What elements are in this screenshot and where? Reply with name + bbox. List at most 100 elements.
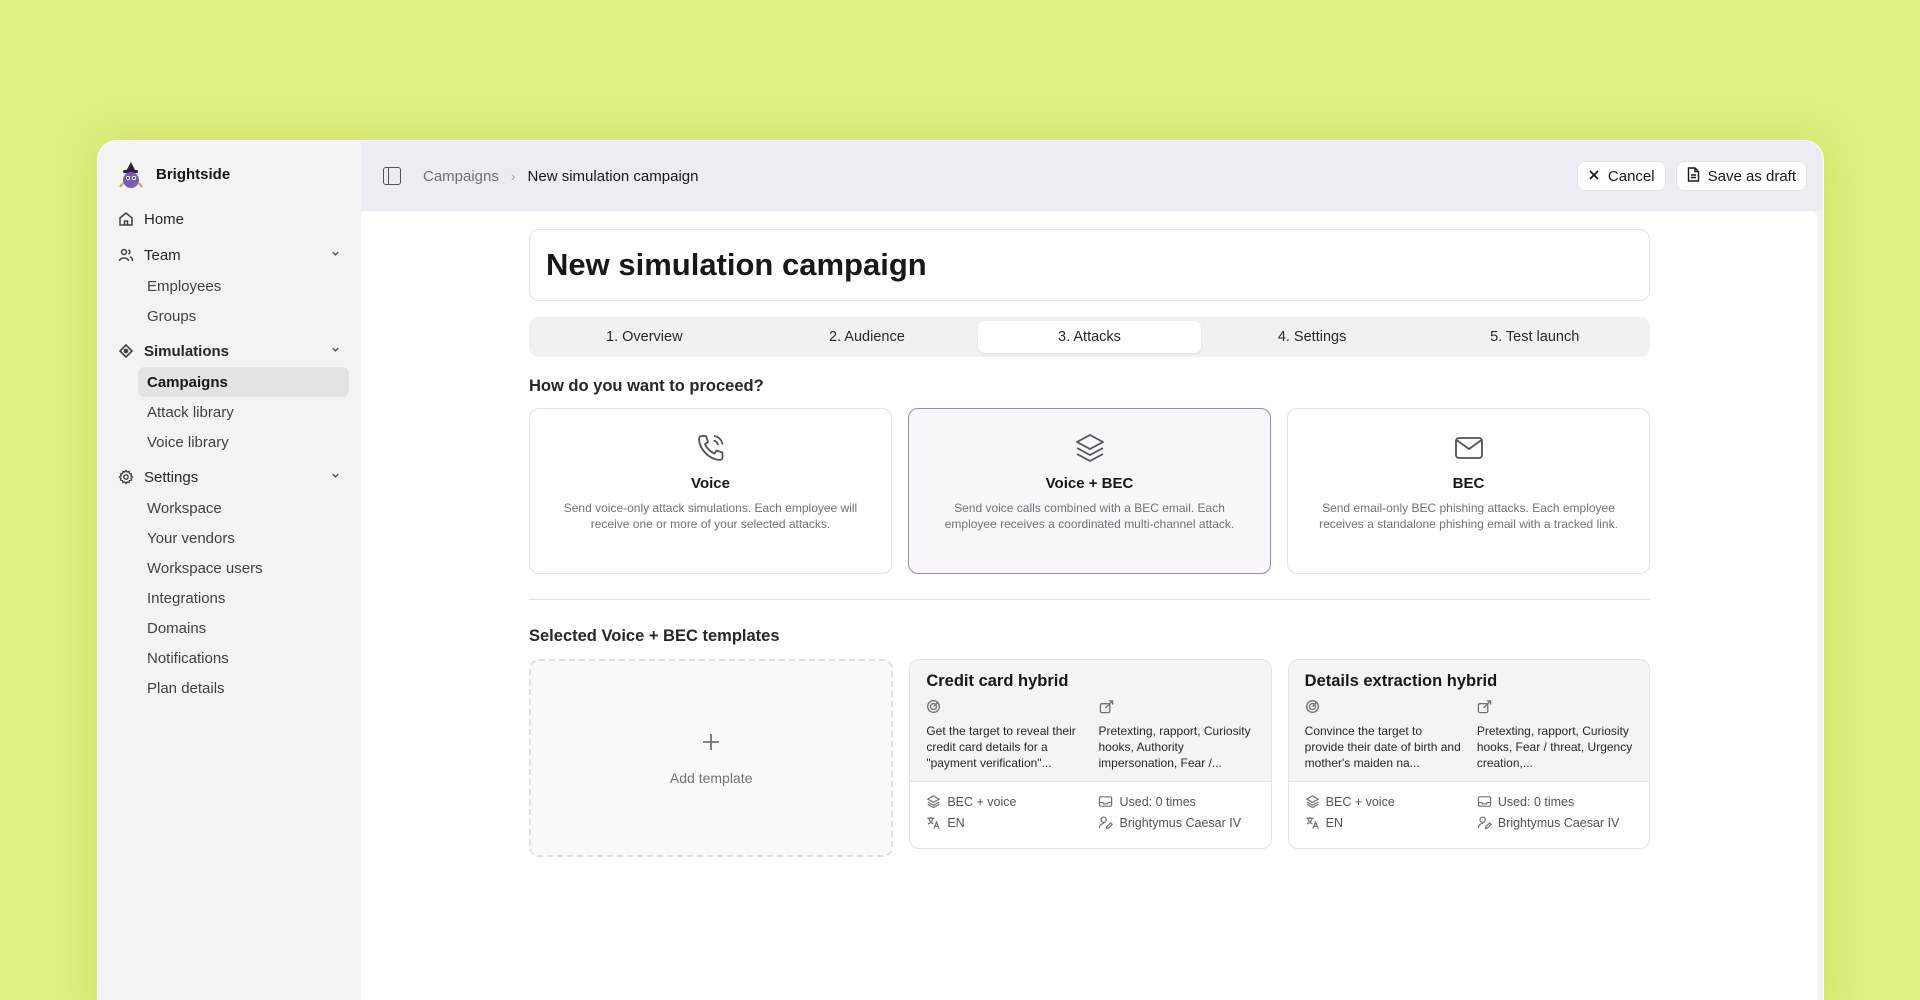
- main-panel: New simulation campaign 1. Overview 2. A…: [361, 211, 1817, 1000]
- users-icon: [118, 247, 134, 263]
- option-voice-bec[interactable]: Voice + BEC Send voice calls combined wi…: [908, 408, 1271, 574]
- tab-attacks[interactable]: 3. Attacks: [978, 321, 1201, 353]
- tab-overview[interactable]: 1. Overview: [533, 321, 756, 353]
- translate-icon: [927, 816, 941, 829]
- template-goal: Convince the target to provide their dat…: [1305, 699, 1461, 771]
- translate-icon: [1306, 816, 1319, 829]
- option-bec[interactable]: BEC Send email-only BEC phishing attacks…: [1287, 408, 1650, 574]
- target-icon: [926, 700, 941, 718]
- app-window: Brightside Home Team Employees Groups Si…: [97, 140, 1824, 1000]
- sidebar-item-workspace-users[interactable]: Workspace users: [138, 553, 349, 583]
- save-draft-button[interactable]: Save as draft: [1675, 161, 1807, 191]
- sidebar: Brightside Home Team Employees Groups Si…: [98, 141, 361, 1000]
- tab-audience[interactable]: 2. Audience: [756, 321, 979, 353]
- inbox-icon: [1099, 796, 1113, 807]
- sidebar-item-notifications[interactable]: Notifications: [138, 643, 349, 673]
- sidebar-item-campaigns[interactable]: Campaigns: [138, 367, 349, 397]
- option-description: Send voice calls combined with a BEC ema…: [944, 501, 1235, 531]
- user-edit-icon: [1477, 816, 1492, 830]
- sidebar-item-integrations[interactable]: Integrations: [138, 583, 349, 613]
- simulations-submenu: Campaigns Attack library Voice library: [110, 367, 349, 457]
- document-icon: [1687, 166, 1700, 186]
- add-template-button[interactable]: Add template: [529, 659, 894, 857]
- template-meta: BEC + voice Used: 0 times EN Brightymus …: [1289, 782, 1649, 842]
- inbox-icon: [1477, 796, 1492, 807]
- wizard-mascot-logo-icon: [118, 161, 144, 188]
- sidebar-item-label: Home: [144, 210, 185, 228]
- option-description: Send email-only BEC phishing attacks. Ea…: [1319, 501, 1618, 531]
- top-actions: Cancel Save as draft: [1576, 161, 1807, 191]
- template-goal-text: Convince the target to provide their dat…: [1304, 724, 1461, 770]
- template-details: Convince the target to provide their dat…: [1305, 699, 1633, 771]
- user-edit-icon: [1099, 816, 1114, 830]
- template-author-label: Brightymus Caesar IV: [1119, 815, 1242, 830]
- option-title: Voice + BEC: [1045, 475, 1134, 492]
- layers-icon: [1073, 431, 1107, 465]
- proceed-heading: How do you want to proceed?: [529, 377, 764, 395]
- chevron-down-icon[interactable]: [330, 248, 341, 262]
- sidebar-item-employees[interactable]: Employees: [138, 271, 349, 301]
- campaign-form: New simulation campaign 1. Overview 2. A…: [529, 229, 1650, 857]
- sidebar-item-groups[interactable]: Groups: [138, 301, 349, 331]
- team-submenu: Employees Groups: [110, 271, 349, 331]
- template-language: EN: [1305, 815, 1461, 830]
- topbar: Campaigns › New simulation campaign Canc…: [361, 141, 1823, 211]
- plus-icon: [700, 731, 722, 756]
- campaign-title-input[interactable]: New simulation campaign: [529, 229, 1650, 301]
- sidebar-item-workspace[interactable]: Workspace: [138, 493, 349, 523]
- template-meta: BEC + voice Used: 0 times EN Brightymus …: [910, 782, 1270, 842]
- breadcrumb-current: New simulation campaign: [527, 167, 699, 185]
- sidebar-item-label: Team: [144, 246, 181, 264]
- tactics-icon: [1477, 700, 1492, 718]
- brand[interactable]: Brightside: [110, 157, 349, 191]
- breadcrumb-campaigns[interactable]: Campaigns: [423, 168, 499, 185]
- sidebar-item-voice-library[interactable]: Voice library: [138, 427, 349, 457]
- option-description: Send voice-only attack simulations. Each…: [563, 501, 858, 531]
- save-draft-button-label: Save as draft: [1707, 167, 1796, 185]
- template-card[interactable]: Credit card hybrid Get the target to rev…: [909, 659, 1272, 849]
- sidebar-item-team[interactable]: Team: [110, 239, 349, 271]
- sidebar-item-home[interactable]: Home: [110, 203, 349, 235]
- sidebar-item-settings[interactable]: Settings: [110, 461, 349, 493]
- sidebar-nav: Home Team Employees Groups Simulations C…: [110, 203, 349, 703]
- template-tactics-text: Pretexting, rapport, Curiosity hooks, Au…: [1098, 724, 1251, 770]
- sidebar-item-your-vendors[interactable]: Your vendors: [138, 523, 349, 553]
- brand-name: Brightside: [156, 165, 231, 183]
- chevron-down-icon[interactable]: [330, 344, 341, 358]
- templates-heading: Selected Voice + BEC templates: [529, 627, 780, 645]
- home-icon: [118, 211, 134, 227]
- tab-test-launch[interactable]: 5. Test launch: [1423, 321, 1646, 353]
- sidebar-item-simulations[interactable]: Simulations: [110, 335, 349, 367]
- template-tactics-text: Pretexting, rapport, Curiosity hooks, Fe…: [1476, 724, 1633, 770]
- template-title: Credit card hybrid: [926, 672, 1069, 690]
- template-tactics: Pretexting, rapport, Curiosity hooks, Au…: [1099, 699, 1255, 771]
- step-tabs: 1. Overview 2. Audience 3. Attacks 4. Se…: [529, 317, 1650, 357]
- sidebar-item-domains[interactable]: Domains: [138, 613, 349, 643]
- templates-row: Add template Credit card hybrid Get the …: [529, 659, 1650, 857]
- template-author-label: Brightymus Caesar IV: [1497, 815, 1620, 830]
- tab-settings[interactable]: 4. Settings: [1201, 321, 1424, 353]
- template-author: Brightymus Caesar IV: [1098, 815, 1254, 830]
- template-card[interactable]: Details extraction hybrid Convince the t…: [1287, 659, 1650, 849]
- sidebar-item-label: Simulations: [144, 342, 230, 360]
- cancel-button[interactable]: Cancel: [1576, 161, 1666, 191]
- breadcrumb: Campaigns › New simulation campaign: [423, 168, 698, 185]
- section-divider: [529, 599, 1650, 600]
- template-details: Get the target to reveal their credit ca…: [926, 699, 1254, 771]
- template-title: Details extraction hybrid: [1304, 672, 1498, 690]
- template-language: EN: [926, 815, 1082, 830]
- crosshair-icon: [118, 343, 134, 359]
- template-usage: Used: 0 times: [1098, 794, 1254, 809]
- option-voice[interactable]: Voice Send voice-only attack simulations…: [529, 408, 892, 574]
- sidebar-item-plan-details[interactable]: Plan details: [138, 673, 349, 703]
- sidebar-item-attack-library[interactable]: Attack library: [138, 397, 349, 427]
- template-card-header: Details extraction hybrid Convince the t…: [1288, 660, 1649, 782]
- template-usage-label: Used: 0 times: [1119, 794, 1196, 809]
- settings-submenu: Workspace Your vendors Workspace users I…: [110, 493, 349, 703]
- template-goal: Get the target to reveal their credit ca…: [926, 699, 1082, 771]
- sidebar-toggle-icon[interactable]: [383, 167, 401, 185]
- attack-type-options: Voice Send voice-only attack simulations…: [529, 408, 1650, 574]
- option-title: Voice: [691, 475, 730, 492]
- chevron-down-icon[interactable]: [330, 470, 341, 484]
- option-title: BEC: [1452, 475, 1485, 492]
